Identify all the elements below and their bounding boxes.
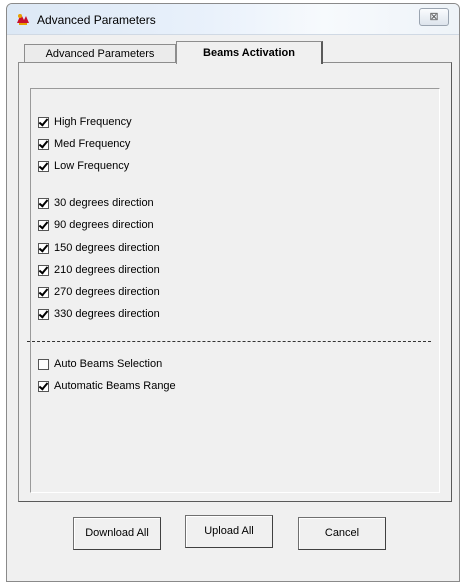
checkbox-box[interactable] bbox=[38, 264, 49, 276]
checkbox-label: 210 degrees direction bbox=[54, 264, 160, 276]
checkbox-box[interactable] bbox=[38, 219, 49, 231]
direction-150-checkbox[interactable]: 150 degrees direction bbox=[38, 241, 160, 255]
checkbox-box[interactable] bbox=[38, 358, 49, 370]
checkbox-label: Auto Beams Selection bbox=[54, 358, 163, 370]
direction-270-checkbox[interactable]: 270 degrees direction bbox=[38, 285, 160, 299]
direction-330-checkbox[interactable]: 330 degrees direction bbox=[38, 307, 160, 321]
checkbox-box[interactable] bbox=[38, 286, 49, 298]
download-all-button[interactable]: Download All bbox=[73, 517, 161, 550]
checkbox-label: Automatic Beams Range bbox=[54, 380, 176, 392]
auto-beams-selection-checkbox[interactable]: Auto Beams Selection bbox=[38, 357, 162, 371]
direction-210-checkbox[interactable]: 210 degrees direction bbox=[38, 263, 160, 277]
checkbox-label: 330 degrees direction bbox=[54, 308, 160, 320]
checkbox-label: Med Frequency bbox=[54, 138, 131, 150]
tab-advanced-parameters[interactable]: Advanced Parameters bbox=[24, 44, 176, 64]
low-frequency-checkbox[interactable]: Low Frequency bbox=[38, 159, 129, 173]
checkbox-box[interactable] bbox=[38, 380, 49, 392]
dashed-separator bbox=[27, 341, 431, 342]
med-frequency-checkbox[interactable]: Med Frequency bbox=[38, 137, 130, 151]
title-bar[interactable]: Advanced Parameters ⊠ bbox=[7, 4, 459, 35]
checkbox-box[interactable] bbox=[38, 308, 49, 320]
checkbox-label: 150 degrees direction bbox=[54, 242, 160, 254]
app-logo-icon bbox=[17, 14, 29, 25]
checkbox-label: 270 degrees direction bbox=[54, 286, 160, 298]
checkbox-box[interactable] bbox=[38, 160, 49, 172]
checkbox-label: High Frequency bbox=[54, 116, 132, 128]
close-icon: ⊠ bbox=[429, 11, 439, 23]
checkbox-label: 30 degrees direction bbox=[54, 197, 154, 209]
direction-30-checkbox[interactable]: 30 degrees direction bbox=[38, 196, 154, 210]
dialog-window: Advanced Parameters ⊠ Advanced Parameter… bbox=[6, 3, 460, 582]
upload-all-button[interactable]: Upload All bbox=[185, 515, 273, 548]
checkbox-label: Low Frequency bbox=[54, 160, 130, 172]
direction-90-checkbox[interactable]: 90 degrees direction bbox=[38, 218, 154, 232]
close-button[interactable]: ⊠ bbox=[419, 8, 449, 26]
checkbox-box[interactable] bbox=[38, 138, 49, 150]
checkbox-box[interactable] bbox=[38, 116, 49, 128]
checkbox-box[interactable] bbox=[38, 197, 49, 209]
tab-label: Advanced Parameters bbox=[45, 48, 155, 60]
checkbox-label: 90 degrees direction bbox=[54, 219, 154, 231]
cancel-button[interactable]: Cancel bbox=[298, 517, 386, 550]
tab-beams-activation[interactable]: Beams Activation bbox=[176, 41, 323, 64]
window-title: Advanced Parameters bbox=[37, 13, 156, 27]
tab-label: Beams Activation bbox=[203, 47, 295, 59]
checkbox-box[interactable] bbox=[38, 242, 49, 254]
high-frequency-checkbox[interactable]: High Frequency bbox=[38, 115, 132, 129]
automatic-beams-range-checkbox[interactable]: Automatic Beams Range bbox=[38, 379, 176, 393]
